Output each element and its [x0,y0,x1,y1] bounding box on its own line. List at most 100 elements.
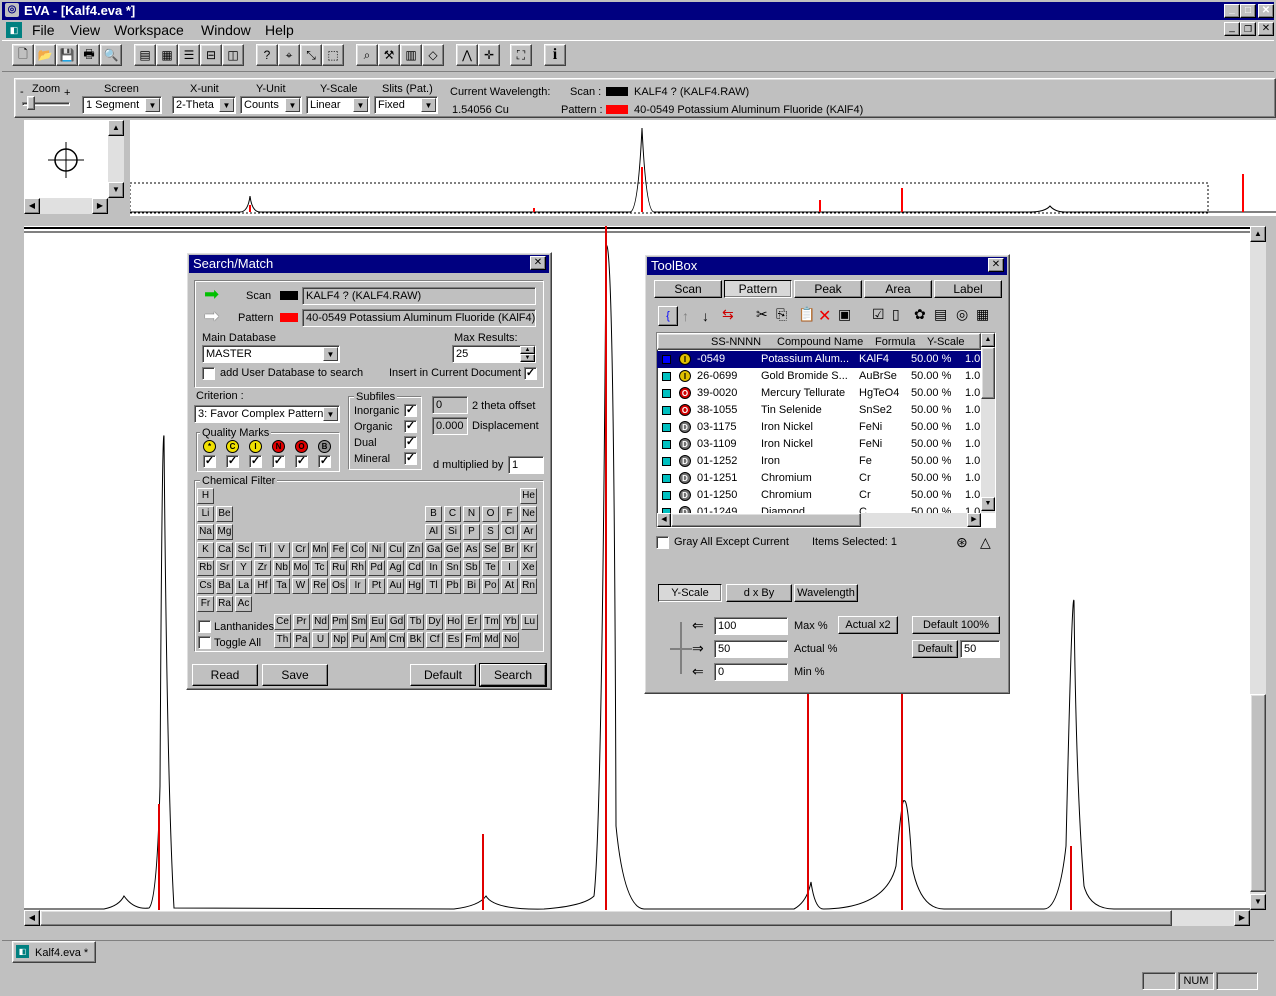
checklist-icon[interactable]: ☑ [872,306,890,326]
element-ta[interactable]: Ta [273,578,290,594]
default-100-button[interactable]: Default 100% [912,616,1000,634]
element-li[interactable]: Li [197,506,214,522]
table-row[interactable]: I 26-0699 Gold Bromide S... AuBrSe 50.00 % 1.… [657,368,981,385]
element-co[interactable]: Co [349,542,366,558]
spin-down-icon[interactable]: ▼ [520,354,535,362]
element-sr[interactable]: Sr [216,560,233,576]
gray-all-checkbox[interactable] [656,536,669,549]
quality-mark-4-checkbox[interactable]: ✓ [295,455,308,468]
search-match-icon[interactable]: ⌕ [356,44,378,66]
page-icon[interactable]: ▯ [892,306,910,326]
pattern-color-swatch[interactable] [662,406,671,415]
element-br[interactable]: Br [501,542,518,558]
element-cl[interactable]: Cl [501,524,518,540]
insert-doc-checkbox[interactable]: ✓ [524,367,537,380]
element-lu[interactable]: Lu [521,614,538,630]
tile-icon[interactable]: ▤ [134,44,156,66]
theta-offset-input[interactable]: 0 [432,396,468,414]
chevron-down-icon[interactable]: ▼ [145,98,160,112]
zoom-slider-thumb[interactable] [27,96,35,110]
element-se[interactable]: Se [482,542,499,558]
element-bi[interactable]: Bi [463,578,480,594]
yscale-select[interactable]: Linear ▼ [306,96,370,114]
element-sn[interactable]: Sn [444,560,461,576]
element-dy[interactable]: Dy [426,614,443,630]
scroll-down-icon[interactable]: ▼ [981,497,995,511]
quality-mark-1-checkbox[interactable]: ✓ [226,455,239,468]
element-cm[interactable]: Cm [388,632,405,648]
menu-help[interactable]: Help [265,22,294,38]
element-sb[interactable]: Sb [463,560,480,576]
add-user-db-checkbox[interactable] [202,367,215,380]
element-ti[interactable]: Ti [254,542,271,558]
element-fe[interactable]: Fe [330,542,347,558]
cut-icon[interactable]: ✂ [756,306,774,326]
doc-icon[interactable]: ◧ [6,22,22,38]
up-arrow-icon[interactable]: ↑ [682,308,698,326]
element-ca[interactable]: Ca [216,542,233,558]
pattern-color-swatch[interactable] [662,389,671,398]
element-hf[interactable]: Hf [254,578,271,594]
element-re[interactable]: Re [311,578,328,594]
element-f[interactable]: F [501,506,518,522]
element-md[interactable]: Md [483,632,500,648]
col-yscale[interactable]: Y-Scale [927,335,965,349]
save-button[interactable]: Save [262,664,328,686]
scroll-right-icon[interactable]: ▶ [1234,910,1250,926]
table-row[interactable]: I -0549 Potassium Alum... KAlF4 50.00 % 1.0 [657,351,981,368]
tab-label[interactable]: Label [934,280,1002,298]
element-ge[interactable]: Ge [444,542,461,558]
element-pt[interactable]: Pt [368,578,385,594]
menu-workspace[interactable]: Workspace [114,22,184,38]
delete-icon[interactable]: ✕ [818,306,836,326]
paste-icon[interactable]: 📋 [798,306,816,326]
element-pr[interactable]: Pr [293,614,310,630]
element-ag[interactable]: Ag [387,560,404,576]
element-ru[interactable]: Ru [330,560,347,576]
element-y[interactable]: Y [235,560,252,576]
read-button[interactable]: Read [192,664,258,686]
subfile-mineral-checkbox[interactable]: ✓ [404,452,417,465]
tab-peak[interactable]: Peak [794,280,862,298]
element-ar[interactable]: Ar [520,524,537,540]
down-arrow-icon[interactable]: ↓ [702,308,718,326]
subfile-organic-checkbox[interactable]: ✓ [404,420,417,433]
scroll-right-icon[interactable]: ▶ [92,198,108,214]
element-nb[interactable]: Nb [273,560,290,576]
copy-icon[interactable]: ⎘ [776,306,794,326]
table-row[interactable]: O 38-1055 Tin Selenide SnSe2 50.00 % 1.0 [657,402,981,419]
element-np[interactable]: Np [331,632,348,648]
doc-close-button[interactable]: ✕ [1258,22,1274,36]
chevron-down-icon[interactable]: ▼ [353,98,368,112]
quality-mark-0-checkbox[interactable]: ✓ [203,455,216,468]
subfile-dual-checkbox[interactable]: ✓ [404,436,417,449]
element-k[interactable]: K [197,542,214,558]
element-zn[interactable]: Zn [406,542,423,558]
cube-icon[interactable]: ◇ [422,44,444,66]
yunit-select[interactable]: Counts ▼ [240,96,302,114]
max-input[interactable]: 100 [714,617,788,635]
element-te[interactable]: Te [482,560,499,576]
element-po[interactable]: Po [482,578,499,594]
save-icon[interactable]: 💾 [56,44,78,66]
list-edit-icon[interactable]: ▤ [934,306,952,326]
table-row[interactable]: D 01-1249 Diamond C 50.00 % 1.0 [657,504,981,513]
element-yb[interactable]: Yb [502,614,519,630]
element-pm[interactable]: Pm [331,614,348,630]
col-compound-name[interactable]: Compound Name [777,335,863,349]
element-er[interactable]: Er [464,614,481,630]
table-row[interactable]: D 01-1252 Iron Fe 50.00 % 1.0 [657,453,981,470]
close-button[interactable]: ✕ [1258,4,1274,18]
element-ga[interactable]: Ga [425,542,442,558]
element-tc[interactable]: Tc [311,560,328,576]
element-he[interactable]: He [520,488,537,504]
actual-x2-button[interactable]: Actual x2 [838,616,898,634]
subtab-yscale[interactable]: Y-Scale [658,584,722,602]
close-icon[interactable]: ✕ [988,258,1004,272]
pin-icon[interactable]: ⊛ [956,534,968,551]
bracket-icon[interactable]: { [658,306,678,326]
element-ir[interactable]: Ir [349,578,366,594]
screen-select[interactable]: 1 Segment ▼ [82,96,162,114]
table-row[interactable]: D 03-1175 Iron Nickel FeNi 50.00 % 1.0 [657,419,981,436]
table-row[interactable]: D 03-1109 Iron Nickel FeNi 50.00 % 1.0 [657,436,981,453]
